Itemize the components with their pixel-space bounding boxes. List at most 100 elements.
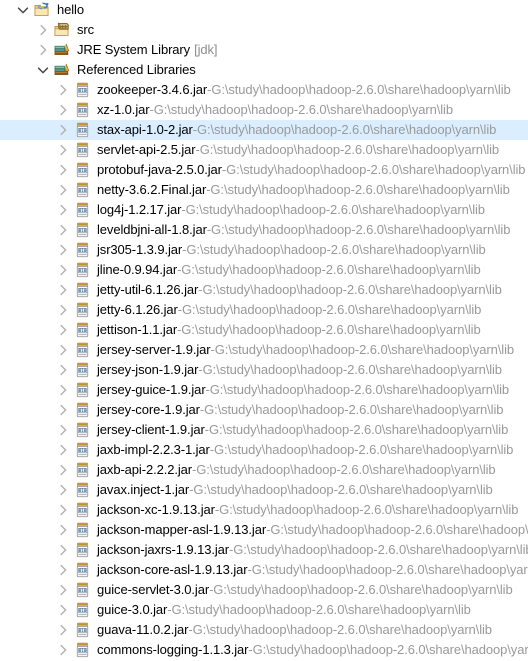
tree-item-jar[interactable]: 010 jackson-mapper-asl-1.9.13.jar - G:\s…: [0, 520, 528, 540]
chevron-right-icon[interactable]: [54, 100, 72, 120]
tree-item-jre-system-library[interactable]: JRE System Library [jdk]: [0, 40, 528, 60]
chevron-right-icon[interactable]: [54, 600, 72, 620]
tree-item-jar[interactable]: 010 protobuf-java-2.5.0.jar - G:\study\h…: [0, 160, 528, 180]
tree-item-jar[interactable]: 010 jersey-json-1.9.jar - G:\study\hadoo…: [0, 360, 528, 380]
tree-item-jar[interactable]: 010 jline-0.9.94.jar - G:\study\hadoop\h…: [0, 260, 528, 280]
tree-item-jar[interactable]: 010 jersey-guice-1.9.jar - G:\study\hado…: [0, 380, 528, 400]
chevron-right-icon[interactable]: [54, 300, 72, 320]
tree-item-jar[interactable]: 010 javax.inject-1.jar - G:\study\hadoop…: [0, 480, 528, 500]
tree-item-jar[interactable]: 010 jackson-jaxrs-1.9.13.jar - G:\study\…: [0, 540, 528, 560]
svg-text:010: 010: [78, 188, 86, 193]
svg-text:010: 010: [78, 608, 86, 613]
chevron-right-icon[interactable]: [54, 120, 72, 140]
tree-item-jar[interactable]: 010 jsr305-1.3.9.jar - G:\study\hadoop\h…: [0, 240, 528, 260]
tree-item-jar[interactable]: 010 leveldbjni-all-1.8.jar - G:\study\ha…: [0, 220, 528, 240]
svg-text:010: 010: [78, 508, 86, 513]
jar-path: G:\study\hadoop\hadoop-2.6.0\share\hadoo…: [153, 102, 453, 117]
tree-item-label: hello: [57, 2, 84, 17]
tree-item-jar[interactable]: 010 xz-1.0.jar - G:\study\hadoop\hadoop-…: [0, 100, 528, 120]
svg-text:010: 010: [78, 368, 86, 373]
tree-item-src[interactable]: src: [0, 20, 528, 40]
project-explorer-tree[interactable]: hello src JRE System Library [jdk] Refere…: [0, 0, 528, 661]
jar-icon: 010: [72, 140, 92, 160]
jar-path: G:\study\hadoop\hadoop-2.6.0\share\hadoo…: [210, 182, 510, 197]
tree-item-label: jaxb-impl-2.2.3-1.jar: [97, 442, 210, 457]
chevron-right-icon[interactable]: [54, 560, 72, 580]
tree-item-referenced-libraries[interactable]: Referenced Libraries: [0, 60, 528, 80]
chevron-right-icon[interactable]: [54, 480, 72, 500]
chevron-right-icon[interactable]: [54, 520, 72, 540]
tree-item-jar[interactable]: 010 jaxb-impl-2.2.3-1.jar - G:\study\had…: [0, 440, 528, 460]
tree-item-jar[interactable]: 010 guava-11.0.2.jar - G:\study\hadoop\h…: [0, 620, 528, 640]
jar-icon: 010: [72, 260, 92, 280]
tree-item-jar[interactable]: 010 servlet-api-2.5.jar - G:\study\hadoo…: [0, 140, 528, 160]
tree-item-jar[interactable]: 010 jackson-core-asl-1.9.13.jar - G:\stu…: [0, 560, 528, 580]
tree-item-suffix: [jdk]: [194, 42, 218, 57]
chevron-down-icon[interactable]: [34, 60, 52, 80]
tree-item-project-hello[interactable]: hello: [0, 0, 528, 20]
chevron-right-icon[interactable]: [54, 420, 72, 440]
chevron-right-icon[interactable]: [54, 540, 72, 560]
chevron-right-icon[interactable]: [54, 180, 72, 200]
tree-item-jar[interactable]: 010 netty-3.6.2.Final.jar - G:\study\had…: [0, 180, 528, 200]
tree-item-jar[interactable]: 010 guice-servlet-3.0.jar - G:\study\had…: [0, 580, 528, 600]
tree-item-label: Referenced Libraries: [77, 62, 196, 77]
svg-text:010: 010: [78, 568, 86, 573]
jar-path: G:\study\hadoop\hadoop-2.6.0\share\hadoo…: [214, 342, 515, 357]
tree-item-jar[interactable]: 010 jetty-util-6.1.26.jar - G:\study\had…: [0, 280, 528, 300]
tree-item-label: src: [77, 22, 95, 37]
chevron-right-icon[interactable]: [54, 200, 72, 220]
tree-item-jar[interactable]: 010 commons-logging-1.1.3.jar - G:\study…: [0, 640, 528, 660]
chevron-right-icon[interactable]: [54, 340, 72, 360]
tree-item-jar[interactable]: 010 zookeeper-3.4.6.jar - G:\study\hadoo…: [0, 80, 528, 100]
jar-path: G:\study\hadoop\hadoop-2.6.0\share\hadoo…: [208, 422, 509, 437]
chevron-right-icon[interactable]: [54, 280, 72, 300]
tree-item-jar[interactable]: 010 jersey-client-1.9.jar - G:\study\had…: [0, 420, 528, 440]
tree-item-jar[interactable]: 010 jackson-xc-1.9.13.jar - G:\study\had…: [0, 500, 528, 520]
tree-item-label: leveldbjni-all-1.8.jar: [97, 222, 207, 237]
tree-item-jar[interactable]: 010 jetty-6.1.26.jar - G:\study\hadoop\h…: [0, 300, 528, 320]
java-project-icon: [32, 0, 52, 20]
svg-text:010: 010: [78, 328, 86, 333]
chevron-right-icon[interactable]: [54, 460, 72, 480]
chevron-right-icon[interactable]: [34, 20, 52, 40]
svg-text:010: 010: [78, 468, 86, 473]
chevron-right-icon[interactable]: [54, 380, 72, 400]
jar-icon: 010: [72, 180, 92, 200]
tree-item-jar[interactable]: 010 jersey-server-1.9.jar - G:\study\had…: [0, 340, 528, 360]
tree-item-jar[interactable]: 010 log4j-1.2.17.jar - G:\study\hadoop\h…: [0, 200, 528, 220]
chevron-right-icon[interactable]: [54, 640, 72, 660]
chevron-right-icon[interactable]: [54, 620, 72, 640]
chevron-right-icon[interactable]: [34, 40, 52, 60]
jar-icon: 010: [72, 240, 92, 260]
tree-item-jar[interactable]: 010 guice-3.0.jar - G:\study\hadoop\hado…: [0, 600, 528, 620]
tree-item-jar[interactable]: 010 jettison-1.1.jar - G:\study\hadoop\h…: [0, 320, 528, 340]
jar-path: G:\study\hadoop\hadoop-2.6.0\share\hadoo…: [213, 582, 513, 597]
jar-icon: 010: [72, 80, 92, 100]
chevron-right-icon[interactable]: [54, 80, 72, 100]
chevron-right-icon[interactable]: [54, 400, 72, 420]
tree-item-jar[interactable]: 010 jersey-core-1.9.jar - G:\study\hadoo…: [0, 400, 528, 420]
chevron-right-icon[interactable]: [54, 260, 72, 280]
jar-icon: 010: [72, 320, 92, 340]
tree-item-jar[interactable]: 010 jaxb-api-2.2.2.jar - G:\study\hadoop…: [0, 460, 528, 480]
tree-item-jar[interactable]: 010 stax-api-1.0-2.jar - G:\study\hadoop…: [0, 120, 528, 140]
chevron-right-icon[interactable]: [54, 580, 72, 600]
chevron-right-icon[interactable]: [54, 500, 72, 520]
chevron-right-icon[interactable]: [54, 240, 72, 260]
chevron-down-icon[interactable]: [14, 0, 32, 20]
jar-icon: 010: [72, 500, 92, 520]
jar-path: G:\study\hadoop\hadoop-2.6.0\share\hadoo…: [270, 522, 528, 537]
chevron-right-icon[interactable]: [54, 360, 72, 380]
chevron-right-icon[interactable]: [54, 160, 72, 180]
chevron-right-icon[interactable]: [54, 320, 72, 340]
chevron-right-icon[interactable]: [54, 220, 72, 240]
chevron-right-icon[interactable]: [54, 440, 72, 460]
chevron-right-icon[interactable]: [54, 140, 72, 160]
